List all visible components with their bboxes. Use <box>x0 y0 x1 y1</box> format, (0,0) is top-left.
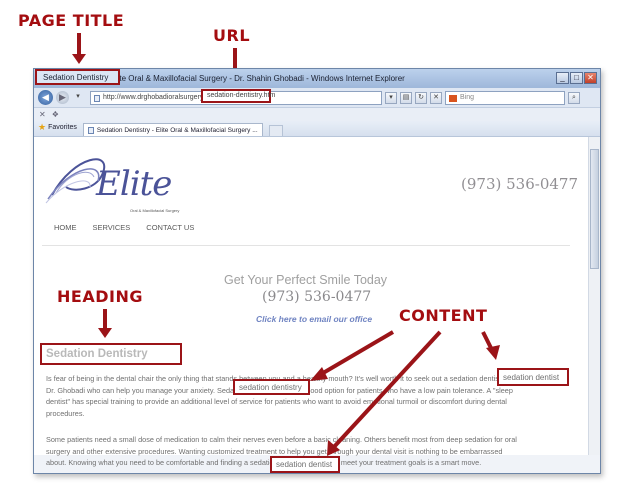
history-dropdown-icon[interactable]: ▾ <box>72 92 84 104</box>
browser-window: Sedation Dentistry - Elite Oral & Maxill… <box>33 68 601 474</box>
keyword-highlight-2: sedation dentist <box>497 368 569 386</box>
logo-text: Elite <box>96 164 172 204</box>
favorites-button[interactable]: ★ Favorites <box>38 122 77 136</box>
url-callout: URL <box>213 26 251 45</box>
favorites-bar: ★ Favorites Sedation Dentistry - Elite O… <box>34 121 600 137</box>
new-tab-button[interactable] <box>268 125 283 136</box>
hero-title: Get Your Perfect Smile Today <box>224 273 388 287</box>
heading-arrow-shaft <box>103 309 107 328</box>
heading-highlight: Sedation Dentistry <box>40 343 182 365</box>
tab-page-icon <box>87 126 94 134</box>
translate-icon[interactable]: ❖ <box>52 110 59 119</box>
content-callout: CONTENT <box>399 306 488 325</box>
menu-item-services[interactable]: SERVICES <box>93 223 131 232</box>
site-menu: HOME SERVICES CONTACT US <box>54 223 194 232</box>
page-icon <box>94 94 100 102</box>
title-text: - Elite Oral & Maxillofacial Surgery - D… <box>103 74 405 83</box>
menu-item-home[interactable]: HOME <box>54 223 77 232</box>
compatibility-icon[interactable]: ▤ <box>400 91 412 104</box>
keyword-1-text: sedation dentistry <box>239 383 302 392</box>
heading-callout: HEADING <box>57 287 143 306</box>
logo-subtitle: Oral & Maxillofacial Surgery <box>130 208 180 213</box>
paragraph-2-line: Some patients need a small dose of medic… <box>46 435 517 444</box>
scrollbar-thumb[interactable] <box>590 149 599 269</box>
keyword-3-text: sedation dentist <box>276 460 333 469</box>
keyword-highlight-3: sedation dentist <box>270 456 340 473</box>
search-placeholder: Bing <box>460 93 475 101</box>
forward-icon[interactable]: ▶ <box>56 91 69 104</box>
url-page-text: sedation-dentistry.htm <box>207 92 276 99</box>
paragraph-1-line: dentist" has special training to provide… <box>46 397 507 406</box>
address-dropdown-icon[interactable]: ▾ <box>385 91 397 104</box>
paragraph-1-line: procedures. <box>46 408 85 418</box>
command-row: ✕ ❖ <box>34 108 600 121</box>
keyword-2-text: sedation dentist <box>503 373 560 382</box>
keyword-highlight-1: sedation dentistry <box>233 379 310 395</box>
search-input[interactable]: Bing <box>445 90 565 105</box>
page-title-arrowhead <box>72 54 86 64</box>
minimize-button[interactable]: _ <box>556 72 569 84</box>
heading-arrowhead <box>98 328 112 338</box>
heading-text: Sedation Dentistry <box>46 348 148 360</box>
close-tab-icon[interactable]: ✕ <box>39 110 46 119</box>
url-highlight: sedation-dentistry.htm <box>201 89 275 103</box>
stop-icon[interactable]: ✕ <box>430 91 442 104</box>
star-icon: ★ <box>38 122 47 132</box>
hero-phone: (973) 536-0477 <box>262 289 372 305</box>
site-logo[interactable]: Elite Oral & Maxillofacial Surgery <box>44 153 184 213</box>
page-title-callout: PAGE TITLE <box>18 11 125 30</box>
favorites-label: Favorites <box>48 124 77 131</box>
close-button[interactable]: ✕ <box>584 72 597 84</box>
maximize-button[interactable]: □ <box>570 72 583 84</box>
search-button-icon[interactable]: ⌕ <box>568 91 580 104</box>
vertical-scrollbar[interactable] <box>588 137 600 455</box>
back-icon[interactable]: ◀ <box>38 90 53 105</box>
active-tab[interactable]: Sedation Dentistry - Elite Oral & Maxill… <box>82 123 263 136</box>
header-phone: (973) 536-0477 <box>461 175 578 193</box>
menu-item-contact-us[interactable]: CONTACT US <box>146 223 194 232</box>
page-title-text: Sedation Dentistry <box>43 73 109 82</box>
refresh-icon[interactable]: ↻ <box>415 91 427 104</box>
page-title-arrow-shaft <box>77 33 81 54</box>
navigation-bar: ◀ ▶ ▾ http://www.drghobadioralsurgery.co… <box>34 88 600 108</box>
menu-divider <box>42 245 570 246</box>
tab-label: Sedation Dentistry - Elite Oral & Maxill… <box>96 126 258 134</box>
bing-logo-icon <box>449 94 457 102</box>
page-title-highlight: Sedation Dentistry <box>35 69 120 85</box>
email-office-link[interactable]: Click here to email our office <box>256 314 372 324</box>
